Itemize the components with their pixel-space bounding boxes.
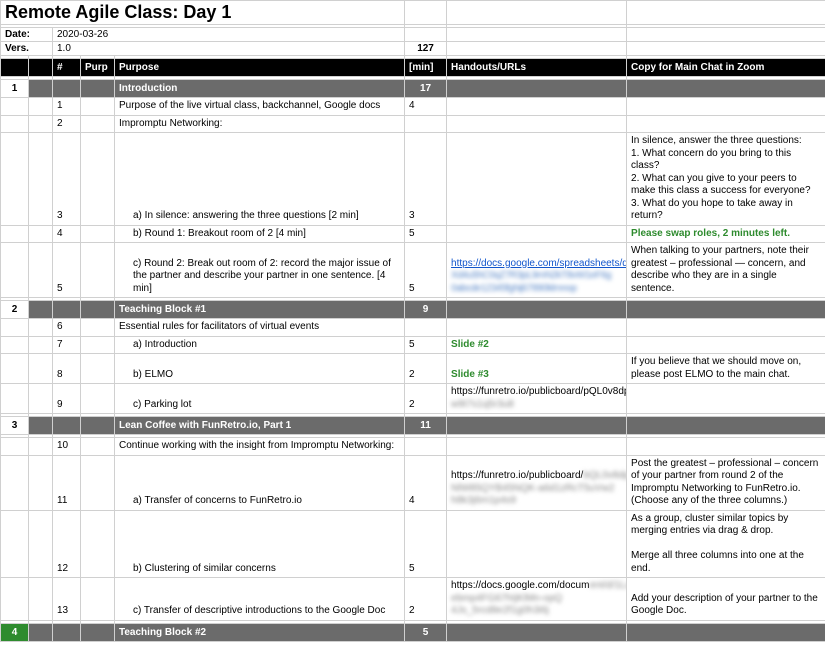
table-row: 3 a) In silence: answering the three que…: [1, 133, 825, 226]
table-row: 13 c) Transfer of descriptive introducti…: [1, 578, 825, 621]
vers-value: 1.0: [53, 42, 405, 56]
table-row: 1 Purpose of the live virtual class, bac…: [1, 98, 825, 116]
table-row: 8 b) ELMO 2 Slide #3 If you believe that…: [1, 354, 825, 384]
copy-text: Post the greatest – professional – conce…: [627, 455, 825, 510]
copy-text: When talking to your partners, note thei…: [627, 243, 825, 298]
table-row: 11 a) Transfer of concerns to FunRetro.i…: [1, 455, 825, 510]
copy-text: In silence, answer the three questions:1…: [627, 133, 825, 226]
table-row: 2 Impromptu Networking:: [1, 115, 825, 133]
copy-text: Add your description of your partner to …: [627, 578, 825, 621]
section-introduction: 1 Introduction 17: [1, 80, 825, 98]
handout-link[interactable]: https://docs.google.com/spreadsheets/d/1…: [447, 243, 627, 298]
column-header-row: # Purp Purpose [min] Handouts/URLs Copy …: [1, 59, 825, 77]
col-copy: Copy for Main Chat in Zoom: [627, 59, 825, 77]
col-handouts: Handouts/URLs: [447, 59, 627, 77]
handout-link[interactable]: https://docs.google.com/document/d/1LabC…: [447, 578, 627, 621]
vers-label: Vers.: [1, 42, 53, 56]
table-row: 5 c) Round 2: Break out room of 2: recor…: [1, 243, 825, 298]
table-row: 6 Essential rules for facilitators of vi…: [1, 319, 825, 337]
table-row: 10 Continue working with the insight fro…: [1, 438, 825, 456]
handout-link[interactable]: Slide #2: [447, 336, 627, 354]
page-title: Remote Agile Class: Day 1: [1, 1, 405, 25]
table-row: 9 c) Parking lot 2 https://funretro.io/p…: [1, 384, 825, 414]
copy-text: As a group, cluster similar topics by me…: [627, 510, 825, 578]
section-teaching-2: 4 Teaching Block #2 5: [1, 623, 825, 641]
table-row: 4 b) Round 1: Breakout room of 2 [4 min]…: [1, 225, 825, 243]
section-teaching-1: 2 Teaching Block #1 9: [1, 301, 825, 319]
total-minutes: 127: [405, 42, 447, 56]
date-label: Date:: [1, 28, 53, 42]
col-num: #: [53, 59, 81, 77]
handout-link[interactable]: https://funretro.io/publicboard/bQL0v8dp…: [447, 455, 627, 510]
handout-link[interactable]: https://funretro.io/publicboard/pQL0v8dp…: [447, 384, 627, 414]
handout-link[interactable]: Slide #3: [447, 354, 627, 384]
table-row: 12 b) Clustering of similar concerns 5 A…: [1, 510, 825, 578]
spreadsheet: Remote Agile Class: Day 1 Date: 2020-03-…: [0, 0, 825, 642]
col-min: [min]: [405, 59, 447, 77]
copy-text: If you believe that we should move on, p…: [627, 354, 825, 384]
col-purp: Purp: [81, 59, 115, 77]
section-lean-coffee: 3 Lean Coffee with FunRetro.io, Part 1 1…: [1, 417, 825, 435]
col-purpose: Purpose: [115, 59, 405, 77]
table-row: 7 a) Introduction 5 Slide #2: [1, 336, 825, 354]
date-value: 2020-03-26: [53, 28, 405, 42]
copy-text: Please swap roles, 2 minutes left.: [627, 225, 825, 243]
